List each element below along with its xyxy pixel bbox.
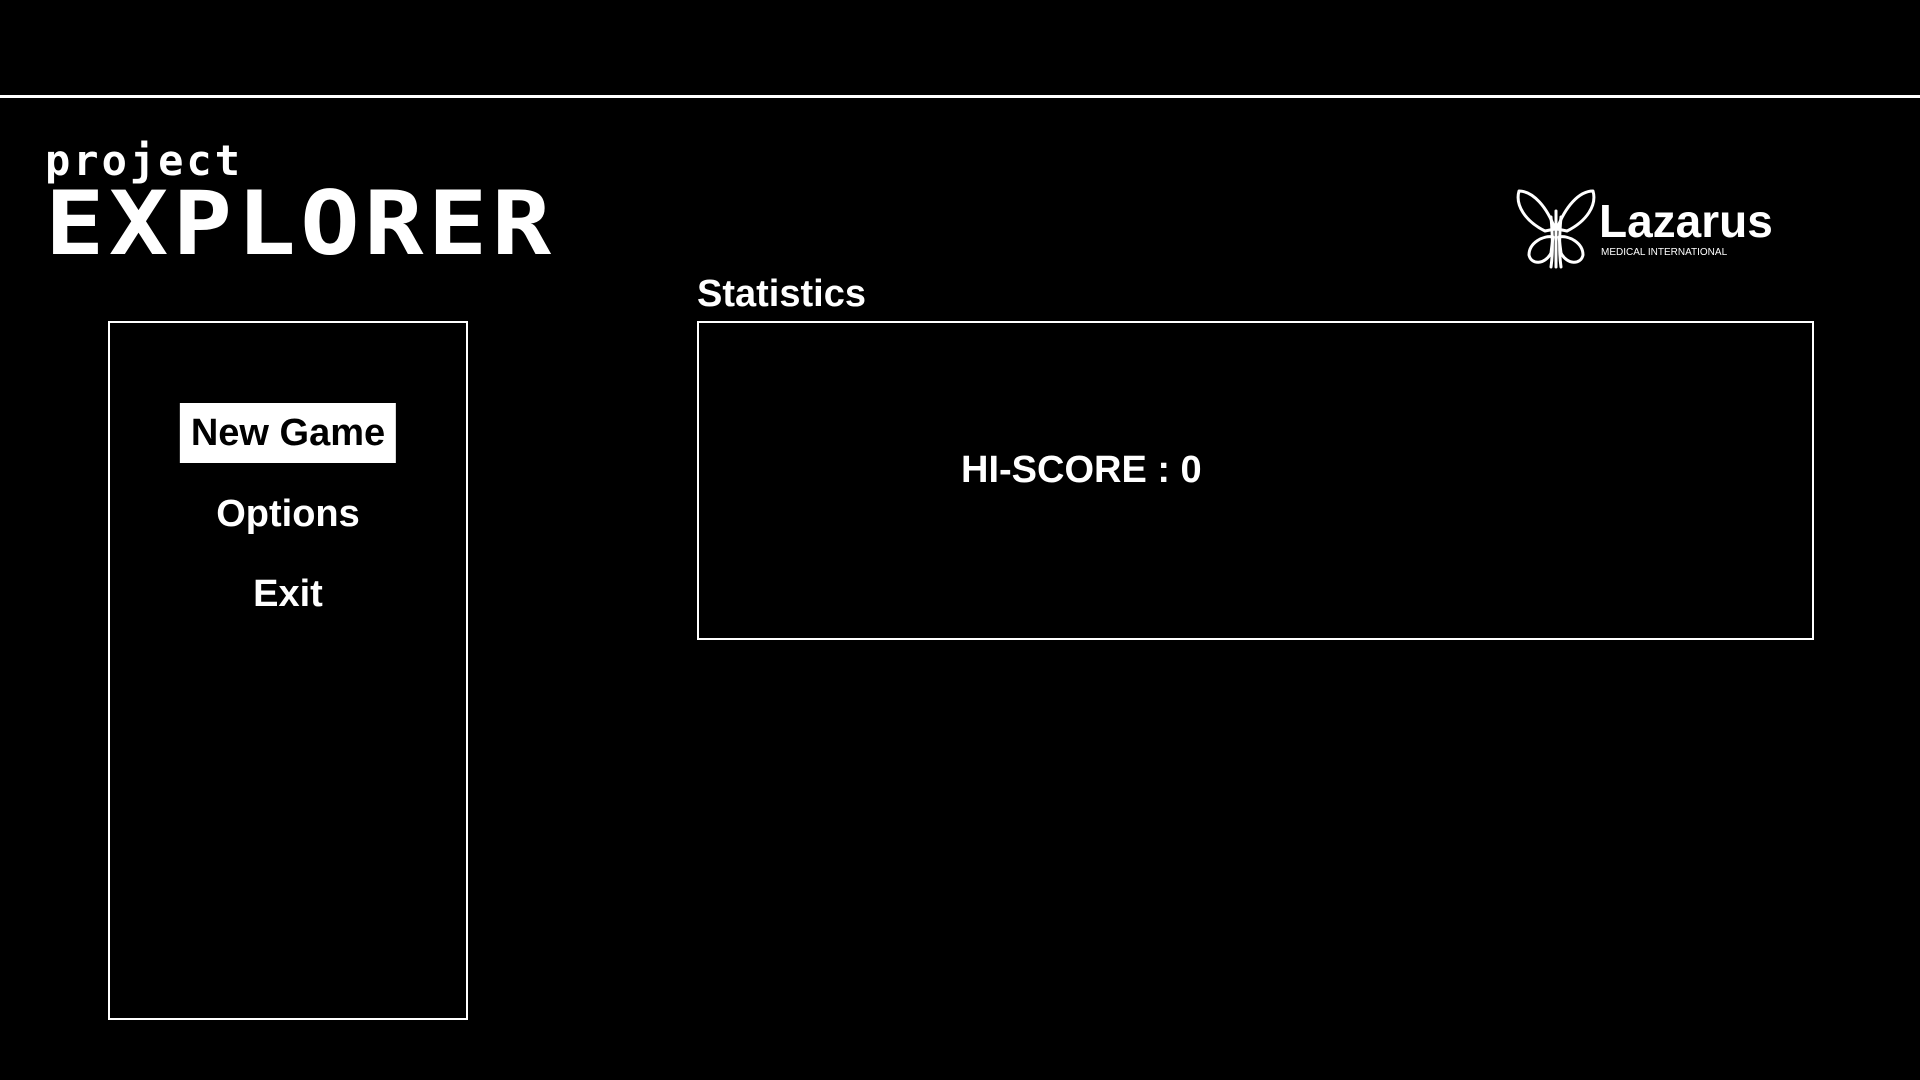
statistics-panel: HI-SCORE : 0	[697, 321, 1814, 640]
brand-name: Lazarus	[1599, 195, 1773, 247]
top-divider	[0, 95, 1920, 98]
main-menu-screen: project EXPLORER Lazarus MEDICAL INTERNA…	[0, 0, 1920, 1080]
main-menu-panel: New Game Options Exit	[108, 321, 468, 1020]
exit-button[interactable]: Exit	[242, 564, 334, 624]
brand-logo: Lazarus MEDICAL INTERNATIONAL	[1515, 185, 1815, 271]
butterfly-logo-icon	[1516, 189, 1596, 269]
statistics-heading: Statistics	[697, 273, 866, 315]
game-title-logo: project EXPLORER	[45, 140, 605, 268]
hiscore-label: HI-SCORE : 0	[961, 449, 1202, 491]
brand-tagline: MEDICAL INTERNATIONAL	[1601, 247, 1728, 258]
options-button[interactable]: Options	[205, 484, 371, 544]
game-title-big: EXPLORER	[45, 172, 556, 275]
new-game-button[interactable]: New Game	[179, 403, 397, 463]
